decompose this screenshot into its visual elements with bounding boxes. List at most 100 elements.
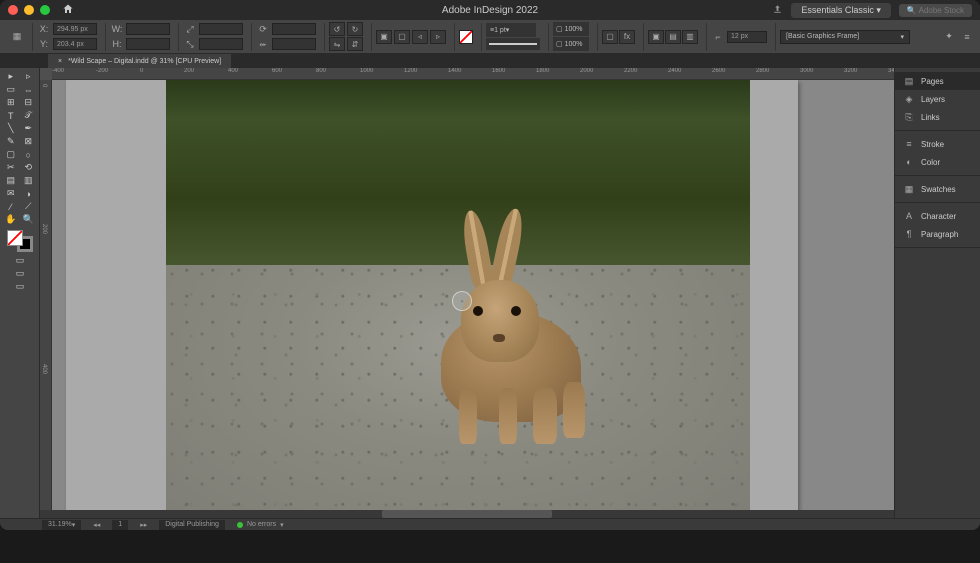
- titlebar: Adobe InDesign 2022 Essentials Classic ▾…: [0, 0, 980, 20]
- controlbar-flyout-icon[interactable]: ≡: [960, 30, 974, 44]
- y-position-field[interactable]: 203.4 px: [53, 38, 97, 50]
- horizontal-scrollbar-thumb[interactable]: [382, 510, 553, 518]
- hand-tool[interactable]: ✋: [2, 213, 20, 226]
- apply-color-button[interactable]: ▭: [2, 267, 38, 280]
- page-nav-prev-icon[interactable]: ◂◂: [93, 521, 100, 529]
- page[interactable]: ◦: [66, 80, 798, 518]
- ellipse-tool[interactable]: ○: [20, 148, 38, 161]
- window-controls: [8, 5, 50, 15]
- tools-panel: ▸▹▭⇔⊞⊟T𝒯╲✒✎⊠▢○✂⟲▤▥✉◑⁄⟋✋🔍▭▭▭: [0, 68, 40, 518]
- panel-tab-swatches[interactable]: ▦Swatches: [895, 180, 980, 198]
- panel-tab-stroke[interactable]: ≡Stroke: [895, 135, 980, 153]
- corner-radius-field[interactable]: 12 px: [727, 31, 767, 43]
- type-tool[interactable]: T: [2, 109, 20, 122]
- panel-label: Stroke: [921, 140, 944, 149]
- pencil-tool[interactable]: ✎: [2, 135, 20, 148]
- horizontal-scrollbar[interactable]: [40, 510, 894, 518]
- panel-tab-character[interactable]: ACharacter: [895, 207, 980, 225]
- panel-tab-links[interactable]: ⎘Links: [895, 108, 980, 126]
- pen-tool[interactable]: ✒: [20, 122, 38, 135]
- rotate-icon: ⟳: [256, 22, 270, 36]
- type-on-path-tool[interactable]: 𝒯: [20, 109, 38, 122]
- color-theme-tool[interactable]: ◑: [20, 187, 38, 200]
- formatting-affects-button[interactable]: ▭: [2, 254, 38, 267]
- select-content-button[interactable]: ▢: [394, 30, 410, 44]
- content-placer-tool[interactable]: ⊟: [20, 96, 38, 109]
- width-field[interactable]: [126, 23, 170, 35]
- reference-point-icon[interactable]: ▦: [10, 30, 24, 44]
- rotate-ccw-button[interactable]: ↺: [329, 22, 345, 36]
- opacity-field-1[interactable]: ▢ 100%: [553, 22, 589, 36]
- ruler-tick: 2400: [668, 68, 681, 74]
- panel-tab-color[interactable]: ◐Color: [895, 153, 980, 171]
- panel-tab-pages[interactable]: ▤Pages: [895, 72, 980, 90]
- fill-swatch[interactable]: [459, 30, 473, 44]
- rectangle-tool[interactable]: ▢: [2, 148, 20, 161]
- select-prev-button[interactable]: ◃: [412, 30, 428, 44]
- workspace-switcher[interactable]: Essentials Classic ▾: [791, 3, 891, 18]
- select-next-button[interactable]: ▹: [430, 30, 446, 44]
- note-tool[interactable]: ✉: [2, 187, 20, 200]
- placed-image[interactable]: ◦: [166, 80, 750, 518]
- gradient-swatch-tool[interactable]: ▤: [2, 174, 20, 187]
- measure-tool[interactable]: ⟋: [20, 200, 38, 213]
- page-nav-field[interactable]: 1: [112, 520, 128, 530]
- effects-button[interactable]: fx: [619, 30, 635, 44]
- direct-selection-tool[interactable]: ▹: [20, 70, 38, 83]
- ruler-tick: 400: [228, 68, 238, 74]
- vertical-ruler[interactable]: 0200400: [40, 80, 52, 518]
- stroke-style-dropdown[interactable]: [486, 38, 540, 50]
- document-stage[interactable]: ◦: [52, 80, 894, 518]
- ruler-tick: 2600: [712, 68, 725, 74]
- document-tab[interactable]: × *Wild Scape – Digital.indd @ 31% [CPU …: [48, 54, 231, 68]
- tab-close-icon[interactable]: ×: [58, 58, 62, 65]
- rotate-cw-button[interactable]: ↻: [347, 22, 363, 36]
- rotate-field[interactable]: [272, 23, 316, 35]
- content-collector-tool[interactable]: ⊞: [2, 96, 20, 109]
- zoom-level-field[interactable]: 31.19% ▾: [42, 520, 81, 530]
- drop-shadow-button[interactable]: ▢: [602, 30, 618, 44]
- selection-tool[interactable]: ▸: [2, 70, 20, 83]
- flip-h-button[interactable]: ⇋: [329, 37, 345, 51]
- object-style-dropdown[interactable]: [Basic Graphics Frame]▾: [780, 30, 910, 44]
- home-button[interactable]: [62, 3, 74, 18]
- share-icon[interactable]: [772, 4, 783, 17]
- status-workspace[interactable]: Digital Publishing: [159, 520, 225, 530]
- opacity-field-2[interactable]: ▢ 100%: [553, 37, 589, 51]
- gap-tool[interactable]: ⇔: [20, 83, 38, 96]
- text-wrap-none-button[interactable]: ▣: [648, 30, 664, 44]
- zoom-tool[interactable]: 🔍: [20, 213, 38, 226]
- x-position-field[interactable]: 294.95 px: [53, 23, 97, 35]
- panel-tab-layers[interactable]: ◈Layers: [895, 90, 980, 108]
- line-tool[interactable]: ╲: [2, 122, 20, 135]
- height-field[interactable]: [126, 38, 170, 50]
- minimize-window-button[interactable]: [24, 5, 34, 15]
- free-transform-tool[interactable]: ⟲: [20, 161, 38, 174]
- controlbar-menu-icon[interactable]: ✦: [942, 30, 956, 44]
- stroke-weight-field[interactable]: ≡ 1 pt ▾: [486, 23, 536, 37]
- preflight-ok-icon: [237, 522, 243, 528]
- horizontal-ruler[interactable]: -400-20002004006008001000120014001600180…: [52, 68, 894, 80]
- eyedropper-tool[interactable]: ⁄: [2, 200, 20, 213]
- fill-stroke-proxy[interactable]: [7, 230, 33, 252]
- scissors-tool[interactable]: ✂: [2, 161, 20, 174]
- text-wrap-bbox-button[interactable]: ▤: [665, 30, 681, 44]
- close-window-button[interactable]: [8, 5, 18, 15]
- flip-v-button[interactable]: ⇵: [347, 37, 363, 51]
- rectangle-frame-tool[interactable]: ⊠: [20, 135, 38, 148]
- ruler-tick: 1800: [536, 68, 549, 74]
- panel-tab-paragraph[interactable]: ¶Paragraph: [895, 225, 980, 243]
- maximize-window-button[interactable]: [40, 5, 50, 15]
- ruler-tick: -200: [96, 68, 108, 74]
- scale-y-field[interactable]: [199, 38, 243, 50]
- preflight-status[interactable]: No errors ▾: [237, 521, 284, 529]
- gradient-feather-tool[interactable]: ▥: [20, 174, 38, 187]
- stock-search-input[interactable]: 🔍 Adobe Stock: [899, 4, 972, 17]
- page-tool[interactable]: ▭: [2, 83, 20, 96]
- scale-x-field[interactable]: [199, 23, 243, 35]
- page-nav-next-icon[interactable]: ▸▸: [140, 521, 147, 529]
- shear-field[interactable]: [272, 38, 316, 50]
- view-mode-button[interactable]: ▭: [2, 280, 38, 293]
- select-container-button[interactable]: ▣: [376, 30, 392, 44]
- text-wrap-shape-button[interactable]: ▥: [682, 30, 698, 44]
